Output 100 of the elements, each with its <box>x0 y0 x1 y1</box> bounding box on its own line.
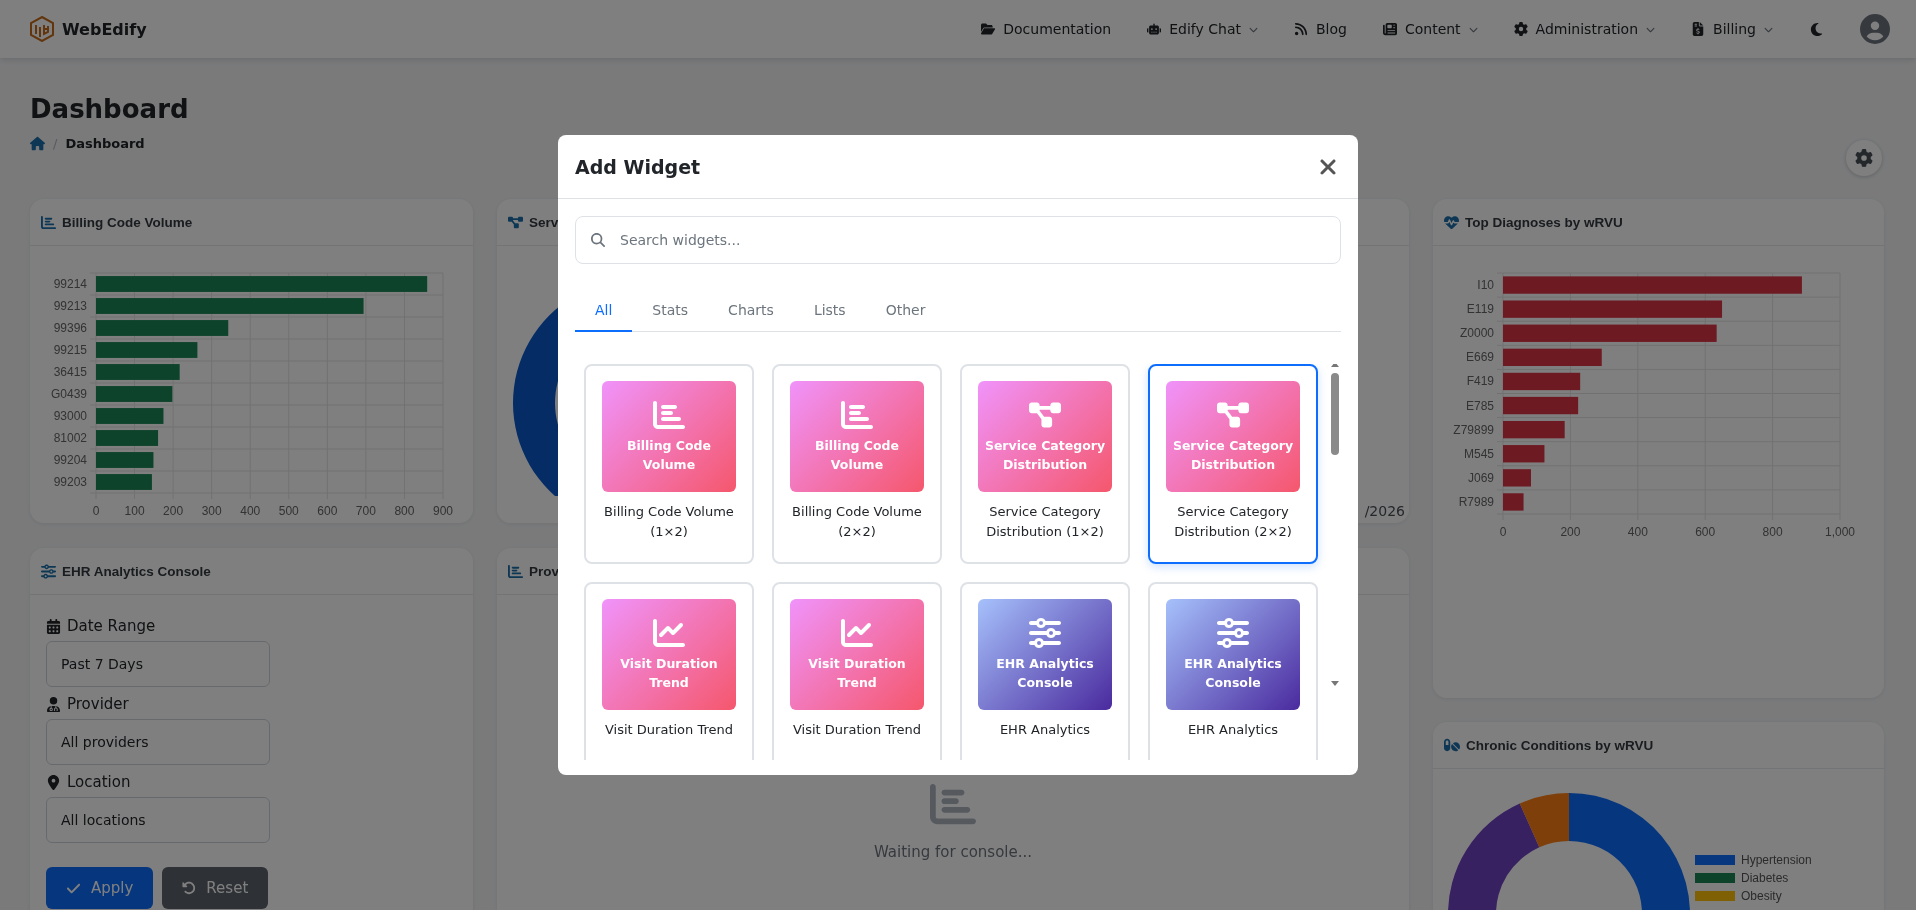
widget-option[interactable]: Service Category Distribution Service Category Distribution (2×2) <box>1148 364 1318 564</box>
thumbnail-title: Service Category Distribution <box>984 436 1106 474</box>
tick-label: 800 <box>1762 525 1783 539</box>
axis-label: 93000 <box>53 409 87 423</box>
heart-pulse-icon <box>1444 214 1459 230</box>
tab[interactable]: Other <box>865 302 946 332</box>
nav-link[interactable]: Documentation <box>981 21 1112 37</box>
settings-button[interactable] <box>1846 140 1882 176</box>
tick-label: 600 <box>1695 525 1716 539</box>
axis-label: I10 <box>1477 278 1494 293</box>
nav-link[interactable]: Administration <box>1513 21 1656 37</box>
line-chart-icon <box>841 616 873 649</box>
field-label: Location <box>67 773 131 791</box>
card-title: EHR Analytics Console <box>62 563 211 579</box>
search-icon <box>591 233 605 247</box>
axis-label: E119 <box>1466 302 1494 317</box>
tab[interactable]: All <box>575 302 633 332</box>
dialog-title: Add Widget <box>575 155 701 178</box>
select-field[interactable]: All locations <box>46 797 270 843</box>
bar-chart-icon <box>841 398 873 431</box>
bar <box>96 408 164 424</box>
thumbnail-title: Billing Code Volume <box>813 436 901 474</box>
sliders-icon <box>1217 616 1249 649</box>
widget-name: EHR Analytics <box>1187 721 1279 739</box>
status-message: Waiting for console... <box>873 843 1033 861</box>
undo-icon <box>182 881 197 895</box>
axis-label: R7989 <box>1458 494 1494 509</box>
gear-icon <box>1513 22 1528 36</box>
robot-icon <box>1147 22 1162 36</box>
avatar-icon[interactable] <box>1860 14 1890 44</box>
axis-label: 99214 <box>53 277 87 291</box>
thumbnail-title: Visit Duration Trend <box>807 654 907 692</box>
axis-label: Z0000 <box>1459 326 1494 341</box>
axis-label: 36415 <box>53 365 87 379</box>
bar-chart-icon <box>930 781 976 827</box>
bar <box>96 452 154 468</box>
legend-label: Obesity <box>1741 889 1782 903</box>
widget-name: Billing Code Volume (2×2) <box>791 503 923 541</box>
pills-icon <box>1444 737 1460 753</box>
moon-icon[interactable] <box>1809 21 1824 37</box>
widget-option[interactable]: Billing Code Volume Billing Code Volume (2×2) <box>772 364 942 564</box>
axis-label: 99203 <box>53 475 87 489</box>
calendar-icon <box>46 618 61 634</box>
tick-label: 700 <box>355 504 376 518</box>
reset-button[interactable]: Reset <box>162 867 269 909</box>
select-field[interactable]: All providers <box>46 719 270 765</box>
legend-label: Diabetes <box>1741 871 1789 885</box>
nav-link[interactable]: Billing <box>1691 21 1773 37</box>
thumbnail-title: Billing Code Volume <box>625 436 713 474</box>
tick-label: 800 <box>394 504 415 518</box>
field-label: Provider <box>67 695 129 713</box>
tick-label: 1,000 <box>1825 525 1855 539</box>
date-text: /2026 <box>1364 503 1405 519</box>
apply-button[interactable]: Apply <box>46 867 154 909</box>
bar <box>1503 445 1545 463</box>
axis-label: 99215 <box>53 343 87 357</box>
nav-link[interactable]: Blog <box>1293 21 1347 37</box>
widget-option[interactable]: EHR Analytics Console EHR Analytics <box>1148 582 1318 760</box>
widget-option[interactable]: EHR Analytics Console EHR Analytics <box>960 582 1130 760</box>
sliders-icon <box>41 563 56 579</box>
axis-label: M545 <box>1463 446 1494 461</box>
widget-name: EHR Analytics <box>999 721 1091 739</box>
card-title: Top Diagnoses by wRVU <box>1465 214 1623 230</box>
tick-label: 0 <box>92 504 100 518</box>
select-field[interactable]: Past 7 Days <box>46 641 270 687</box>
widget-option[interactable]: Service Category Distribution Service Category Distribution (1×2) <box>960 364 1130 564</box>
widget-option[interactable]: Visit Duration Trend Visit Duration Trend <box>584 582 754 760</box>
nav-link[interactable]: Edify Chat <box>1147 21 1258 37</box>
axis-label: G0439 <box>50 387 87 401</box>
location-pin-icon <box>46 774 61 790</box>
home-icon[interactable] <box>30 136 45 151</box>
widget-name: Service Category Distribution (2×2) <box>1173 503 1293 541</box>
axis-label: 81002 <box>53 431 87 445</box>
bar <box>96 474 152 490</box>
invoice-icon <box>1691 22 1706 36</box>
axis-label: E785 <box>1465 398 1494 413</box>
axis-label: J069 <box>1467 470 1494 485</box>
tick-label: 200 <box>1560 525 1581 539</box>
tab[interactable]: Charts <box>708 302 794 332</box>
breadcrumb-separator: / <box>53 136 58 151</box>
card-title: Serv <box>529 214 559 230</box>
widget-option[interactable]: Billing Code Volume Billing Code Volume (1×2) <box>584 364 754 564</box>
tick-label: 200 <box>163 504 184 518</box>
bar <box>1503 420 1565 439</box>
sliders-icon <box>1029 616 1061 649</box>
brand-name: WebEdify <box>62 19 147 39</box>
line-chart-icon <box>653 616 685 649</box>
legend-label: Hypertension <box>1741 853 1812 867</box>
tick-label: 900 <box>433 504 453 518</box>
search-field[interactable]: Search widgets... <box>575 216 1341 264</box>
axis-label: F419 <box>1466 374 1494 389</box>
tick-label: 600 <box>317 504 338 518</box>
field-label: Date Range <box>67 617 156 635</box>
nav-link[interactable]: Content <box>1382 21 1478 37</box>
breadcrumb-item: Dashboard <box>65 136 145 151</box>
widget-option[interactable]: Visit Duration Trend Visit Duration Trend <box>772 582 942 760</box>
tab[interactable]: Lists <box>793 302 866 332</box>
card-title: Prov <box>529 563 559 579</box>
bar <box>1503 469 1531 487</box>
tab[interactable]: Stats <box>632 302 709 332</box>
